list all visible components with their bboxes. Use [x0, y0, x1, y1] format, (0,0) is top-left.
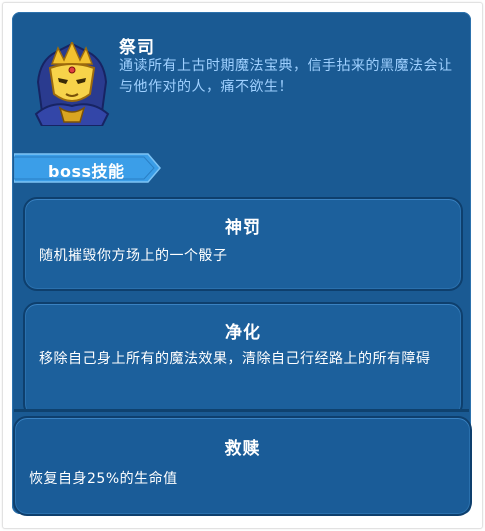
boss-avatar — [32, 40, 112, 127]
skill-title: 净化 — [225, 323, 261, 343]
skill-title: 救赎 — [224, 439, 261, 459]
boss-name: 祭司 — [119, 38, 155, 58]
section-label: boss技能 — [48, 162, 125, 181]
skill-description: 随机摧毁你方场上的一个骰子 — [39, 248, 228, 264]
boss-description: 通读所有上古时期魔法宝典，信手拈来的黑魔法会让与他作对的人，痛不欲生！ — [119, 58, 453, 95]
golden-masked-priest-icon — [34, 40, 110, 127]
skill-description: 移除自己身上所有的魔法效果，清除自己行经路上的所有障碍 — [39, 351, 431, 367]
skill-card-1[interactable]: 神罚 随机摧毁你方场上的一个骰子 — [23, 197, 463, 291]
boss-info-scroll-area[interactable]: 祭司 通读所有上古时期魔法宝典，信手拈来的黑魔法会让与他作对的人，痛不欲生！ b… — [14, 14, 469, 410]
skill-card-3[interactable]: 救赎 恢复自身25%的生命值 — [13, 416, 472, 516]
boss-skills-banner: boss技能 — [14, 153, 162, 183]
skill-title: 神罚 — [225, 218, 261, 238]
skill-description: 恢复自身25%的生命值 — [29, 471, 178, 487]
scroll-area-edge — [14, 409, 469, 412]
skill-card-2[interactable]: 净化 移除自己身上所有的魔法效果，清除自己行经路上的所有障碍 — [23, 302, 463, 410]
